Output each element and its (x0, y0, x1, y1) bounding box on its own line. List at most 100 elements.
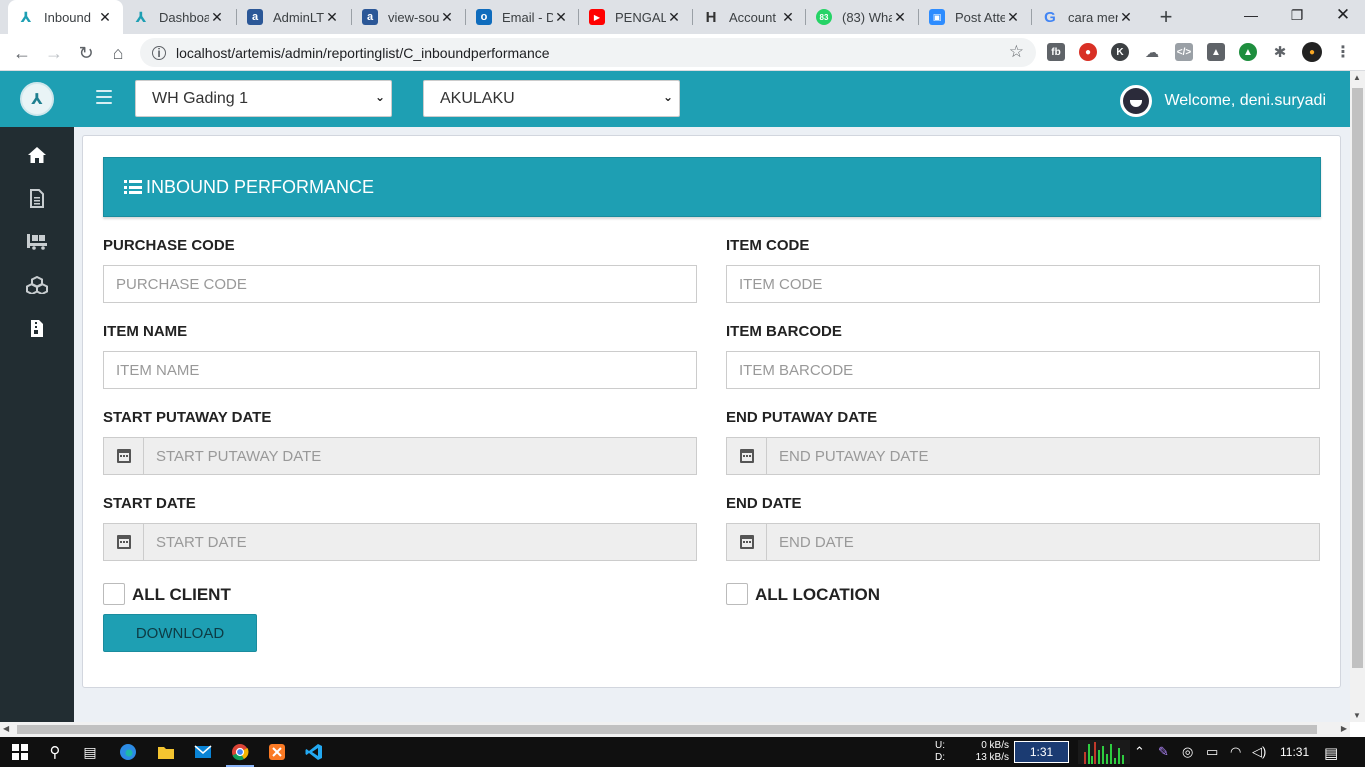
xampp-icon[interactable] (266, 741, 288, 763)
close-tab-icon[interactable]: ✕ (209, 9, 225, 26)
volume-icon[interactable]: ◁) (1252, 744, 1266, 760)
start-date-input[interactable]: START DATE (103, 523, 697, 561)
extensions-puzzle-icon[interactable]: ✱ (1271, 43, 1289, 61)
warehouse-select[interactable]: WH Gading 1 ⌄ (135, 80, 392, 117)
scroll-left-icon[interactable]: ◀ (3, 724, 9, 733)
browser-tab[interactable]: ⅄ Inbound ✕ (8, 0, 123, 34)
user-menu[interactable]: Welcome, deni.suryadi (1120, 85, 1326, 117)
url-text: localhost/artemis/admin/reportinglist/C_… (176, 44, 550, 61)
bookmark-star-icon[interactable]: ☆ (1009, 42, 1024, 62)
battery-icon[interactable]: ▭ (1206, 744, 1218, 760)
close-tab-icon[interactable]: ✕ (324, 9, 340, 26)
adblock-icon[interactable]: ● (1079, 43, 1097, 61)
windows-start-icon[interactable] (9, 741, 31, 763)
calendar-icon (727, 438, 767, 474)
search-icon[interactable]: ⚲ (44, 741, 66, 763)
close-tab-icon[interactable]: ✕ (780, 9, 796, 26)
end-putaway-date-input[interactable]: END PUTAWAY DATE (726, 437, 1320, 475)
home-icon[interactable] (25, 143, 49, 167)
end-date-input[interactable]: END DATE (726, 523, 1320, 561)
purchase-code-input[interactable]: PURCHASE CODE (103, 265, 697, 303)
file-explorer-icon[interactable] (155, 741, 177, 763)
extension-image-icon[interactable]: ▲ (1207, 43, 1225, 61)
notification-icon[interactable]: ▤ (1324, 744, 1338, 762)
item-code-input[interactable]: ITEM CODE (726, 265, 1320, 303)
close-window-icon[interactable]: ✕ (1320, 0, 1365, 30)
start-putaway-date-input[interactable]: START PUTAWAY DATE (103, 437, 697, 475)
document-icon[interactable] (25, 186, 49, 210)
scroll-right-icon[interactable]: ▶ (1341, 724, 1347, 733)
minimize-icon[interactable]: — (1228, 0, 1274, 30)
profile-avatar[interactable]: ● (1302, 42, 1322, 62)
tray-overflow-icon[interactable]: ⌃ (1134, 744, 1145, 760)
all-location-checkbox[interactable] (726, 583, 748, 605)
avatar (1120, 85, 1153, 117)
item-name-input[interactable]: ITEM NAME (103, 351, 697, 389)
task-view-icon[interactable]: ▤ (79, 741, 101, 763)
scroll-thumb[interactable] (17, 725, 1317, 734)
home-browser-icon[interactable]: ⌂ (105, 40, 131, 66)
close-tab-icon[interactable]: ✕ (97, 9, 113, 26)
browser-tab[interactable]: a view-sou ✕ (352, 0, 465, 34)
pen-icon[interactable]: ✎ (1158, 744, 1169, 760)
extension-cloud-icon[interactable]: ☁ (1143, 43, 1161, 61)
client-select[interactable]: AKULAKU ⌄ (423, 80, 680, 117)
welcome-text: Welcome, deni.suryadi (1164, 92, 1326, 109)
browser-tab[interactable]: ▶ PENGALA ✕ (579, 0, 692, 34)
start-putaway-date-label: START PUTAWAY DATE (103, 409, 272, 426)
info-icon[interactable]: i (152, 45, 166, 60)
wifi-icon[interactable]: ◠ (1230, 744, 1241, 760)
item-barcode-input[interactable]: ITEM BARCODE (726, 351, 1320, 389)
account-icon: H (705, 8, 717, 26)
horizontal-scrollbar[interactable]: ◀ ▶ (0, 722, 1350, 737)
browser-tab[interactable]: ▣ Post Atte ✕ (919, 0, 1031, 34)
item-name-label: ITEM NAME (103, 323, 188, 340)
cubes-icon[interactable] (25, 273, 49, 297)
camera-icon[interactable]: ◎ (1182, 744, 1193, 760)
file-zip-icon[interactable] (25, 316, 49, 340)
url-bar[interactable]: i localhost/artemis/admin/reportinglist/… (140, 38, 1036, 67)
browser-menu-icon[interactable]: ⋮ (1334, 43, 1352, 61)
logo-area[interactable]: ⅄ (0, 71, 74, 127)
truck-icon[interactable] (25, 229, 49, 253)
panel-header: INBOUND PERFORMANCE (103, 157, 1321, 217)
browser-tab[interactable]: ⅄ Dashboar ✕ (123, 0, 235, 34)
vscode-icon[interactable] (303, 741, 325, 763)
browser-tab[interactable]: G cara men ✕ (1032, 0, 1144, 34)
extension-green-icon[interactable]: ▲ (1239, 43, 1257, 61)
browser-tab[interactable]: 83 (83) Wha ✕ (806, 0, 918, 34)
scroll-down-icon[interactable]: ▼ (1353, 711, 1361, 720)
network-graph (1078, 740, 1130, 764)
all-client-checkbox[interactable] (103, 583, 125, 605)
reload-icon[interactable]: ↻ (73, 40, 99, 66)
sidebar-toggle-icon[interactable] (96, 90, 112, 104)
close-tab-icon[interactable]: ✕ (1118, 9, 1134, 26)
vertical-scrollbar[interactable]: ▲ ▼ (1350, 71, 1365, 722)
chrome-icon[interactable] (229, 741, 251, 763)
back-icon[interactable]: ← (9, 40, 35, 66)
scroll-up-icon[interactable]: ▲ (1353, 73, 1361, 82)
extension-code-icon[interactable]: </> (1175, 43, 1193, 61)
browser-tab[interactable]: o Email - D ✕ (466, 0, 579, 34)
start-date-label: START DATE (103, 495, 196, 512)
download-button[interactable]: DOWNLOAD (103, 614, 257, 652)
timer-widget[interactable]: 1:31 (1014, 741, 1069, 763)
forward-icon[interactable]: → (41, 40, 67, 66)
artemis-icon: ⅄ (20, 8, 32, 25)
close-tab-icon[interactable]: ✕ (892, 9, 908, 26)
system-clock[interactable]: 11:31 (1280, 745, 1309, 759)
close-tab-icon[interactable]: ✕ (439, 9, 455, 26)
report-box: INBOUND PERFORMANCE PURCHASE CODE PURCHA… (82, 135, 1341, 688)
close-tab-icon[interactable]: ✕ (666, 9, 682, 26)
browser-tab[interactable]: a AdminLTE ✕ (237, 0, 350, 34)
mail-icon[interactable] (192, 741, 214, 763)
close-tab-icon[interactable]: ✕ (1005, 9, 1021, 26)
scroll-thumb[interactable] (1352, 88, 1363, 668)
close-tab-icon[interactable]: ✕ (553, 9, 569, 26)
extension-k-icon[interactable]: K (1111, 43, 1129, 61)
restore-icon[interactable]: ❐ (1274, 0, 1320, 30)
edge-icon[interactable] (117, 741, 139, 763)
extension-icon[interactable]: fb (1047, 43, 1065, 61)
new-tab-button[interactable]: + (1154, 4, 1178, 29)
browser-tab[interactable]: H Account ✕ (693, 0, 806, 34)
